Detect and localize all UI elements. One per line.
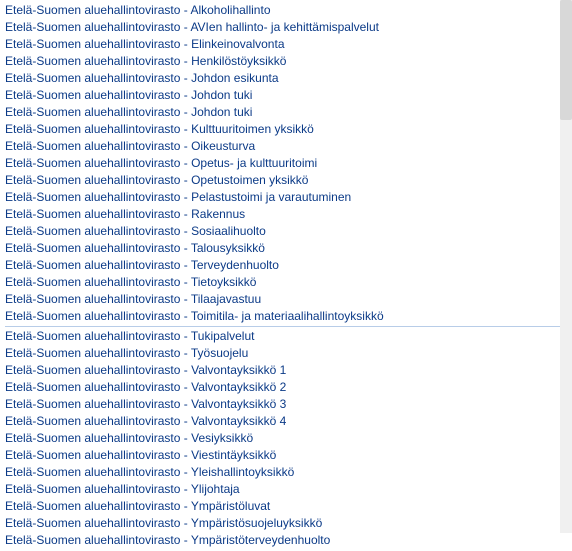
list-item[interactable]: Etelä-Suomen aluehallintovirasto - Tieto… <box>5 274 560 291</box>
list-item[interactable]: Etelä-Suomen aluehallintovirasto - Elink… <box>5 36 560 53</box>
list-item[interactable]: Etelä-Suomen aluehallintovirasto - Yleis… <box>5 464 560 481</box>
list-item[interactable]: Etelä-Suomen aluehallintovirasto - Vesiy… <box>5 430 560 447</box>
list-item[interactable]: Etelä-Suomen aluehallintovirasto - Ympär… <box>5 532 560 549</box>
list-item[interactable]: Etelä-Suomen aluehallintovirasto - Terve… <box>5 257 560 274</box>
scrollbar[interactable] <box>560 0 572 533</box>
list-item[interactable]: Etelä-Suomen aluehallintovirasto - Pelas… <box>5 189 560 206</box>
list-item[interactable]: Etelä-Suomen aluehallintovirasto - Johdo… <box>5 104 560 121</box>
list-item[interactable]: Etelä-Suomen aluehallintovirasto - Työsu… <box>5 345 560 362</box>
list-item[interactable]: Etelä-Suomen aluehallintovirasto - Opetu… <box>5 172 560 189</box>
list-item[interactable]: Etelä-Suomen aluehallintovirasto - Valvo… <box>5 413 560 430</box>
list-item[interactable]: Etelä-Suomen aluehallintovirasto - Tukip… <box>5 328 560 345</box>
list-item[interactable]: Etelä-Suomen aluehallintovirasto - Viest… <box>5 447 560 464</box>
list-item[interactable]: Etelä-Suomen aluehallintovirasto - Johdo… <box>5 70 560 87</box>
list-item[interactable]: Etelä-Suomen aluehallintovirasto - Johdo… <box>5 87 560 104</box>
list-item[interactable]: Etelä-Suomen aluehallintovirasto - Henki… <box>5 53 560 70</box>
list-item[interactable]: Etelä-Suomen aluehallintovirasto - AVIen… <box>5 19 560 36</box>
unit-list: Etelä-Suomen aluehallintovirasto - Alkoh… <box>0 0 560 551</box>
list-item[interactable]: Etelä-Suomen aluehallintovirasto - Raken… <box>5 206 560 223</box>
list-item[interactable]: Etelä-Suomen aluehallintovirasto - Valvo… <box>5 362 560 379</box>
list-item[interactable]: Etelä-Suomen aluehallintovirasto - Kultt… <box>5 121 560 138</box>
list-item[interactable]: Etelä-Suomen aluehallintovirasto - Toimi… <box>5 308 560 325</box>
list-item[interactable]: Etelä-Suomen aluehallintovirasto - Ympär… <box>5 515 560 532</box>
list-item[interactable]: Etelä-Suomen aluehallintovirasto - Oikeu… <box>5 138 560 155</box>
list-item[interactable]: Etelä-Suomen aluehallintovirasto - Talou… <box>5 240 560 257</box>
scrollbar-thumb[interactable] <box>560 0 572 120</box>
list-item[interactable]: Etelä-Suomen aluehallintovirasto - Ympär… <box>5 498 560 515</box>
list-item[interactable]: Etelä-Suomen aluehallintovirasto - Sosia… <box>5 223 560 240</box>
list-item[interactable]: Etelä-Suomen aluehallintovirasto - Ylijo… <box>5 481 560 498</box>
list-item[interactable]: Etelä-Suomen aluehallintovirasto - Opetu… <box>5 155 560 172</box>
list-item[interactable]: Etelä-Suomen aluehallintovirasto - Valvo… <box>5 379 560 396</box>
list-item[interactable]: Etelä-Suomen aluehallintovirasto - Alkoh… <box>5 2 560 19</box>
list-item[interactable]: Etelä-Suomen aluehallintovirasto - Tilaa… <box>5 291 560 308</box>
divider <box>5 326 561 327</box>
list-item[interactable]: Etelä-Suomen aluehallintovirasto - Valvo… <box>5 396 560 413</box>
